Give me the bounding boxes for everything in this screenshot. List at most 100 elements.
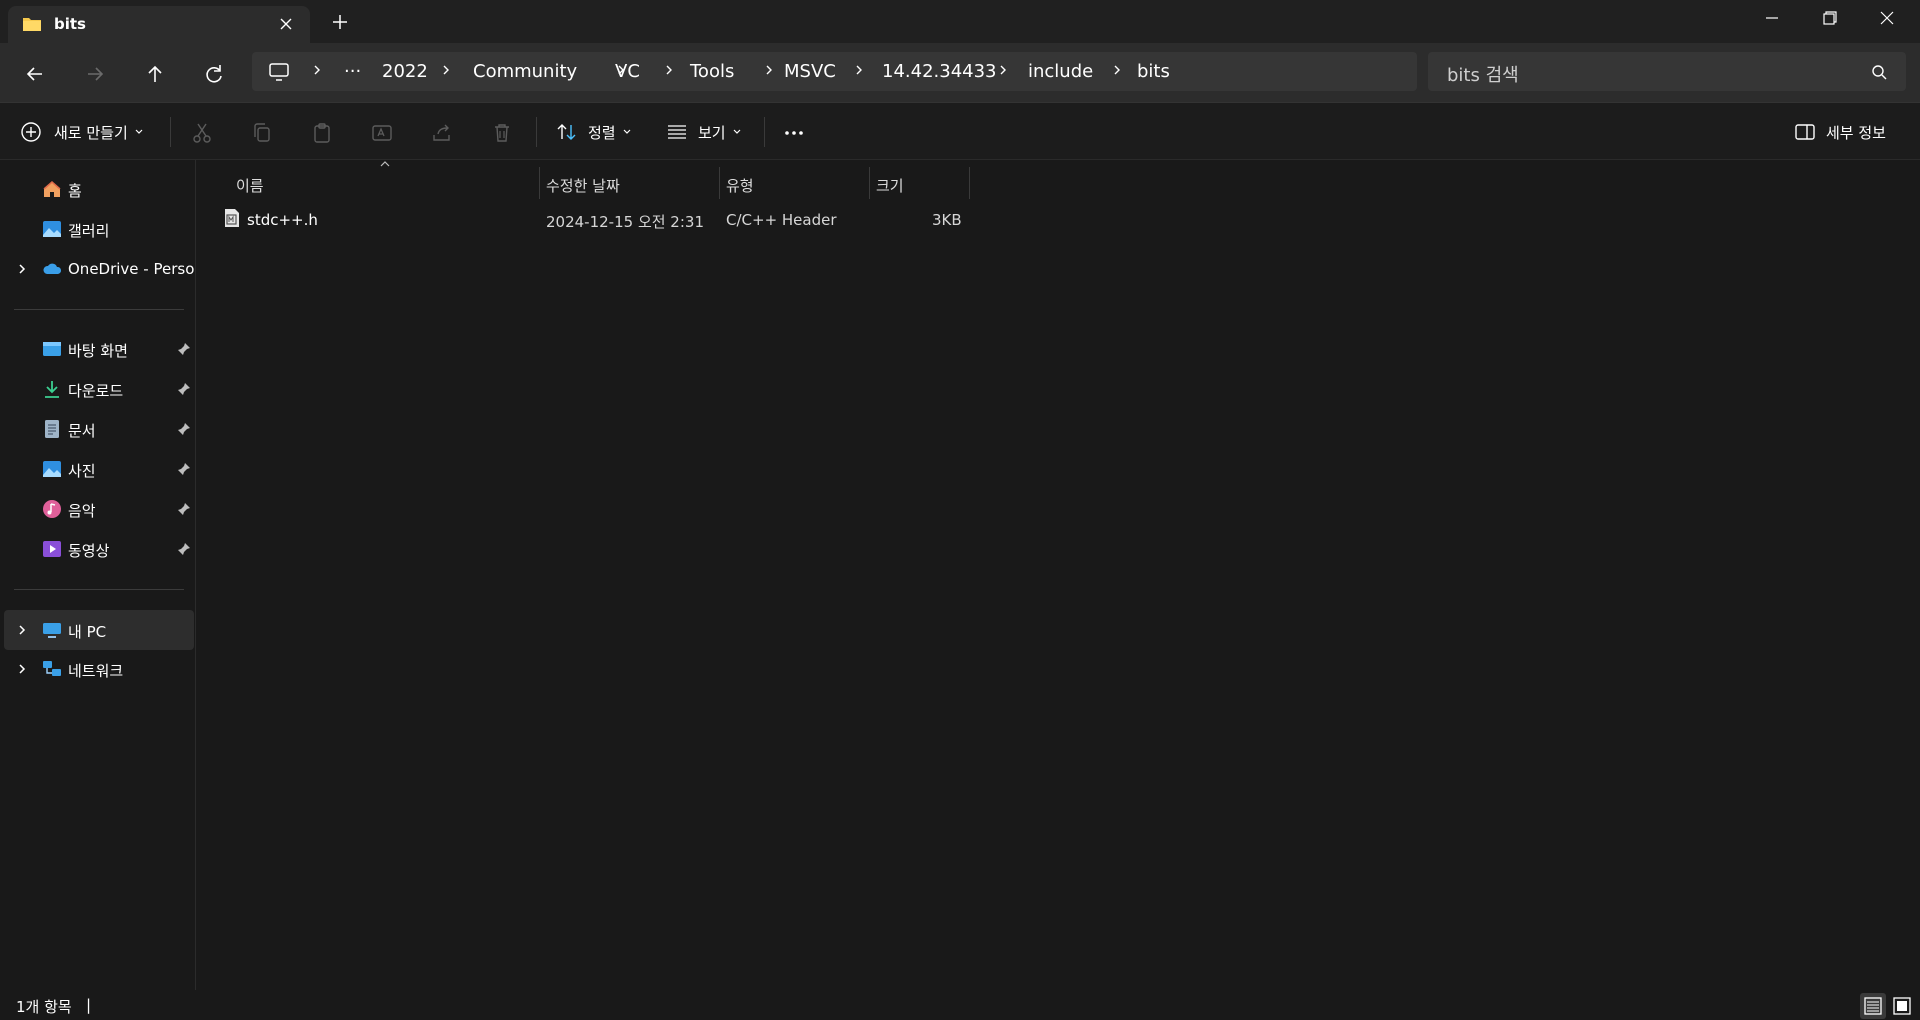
chevron-right-icon[interactable]: [16, 263, 28, 275]
search-icon[interactable]: [1870, 63, 1888, 81]
chevron-right-icon[interactable]: [16, 663, 28, 675]
sidebar-item-label: OneDrive - Personal: [68, 260, 194, 278]
rename-icon[interactable]: [370, 121, 394, 145]
back-icon[interactable]: [20, 59, 50, 89]
new-label: 새로 만들기: [54, 123, 128, 142]
column-header-label: 유형: [726, 177, 754, 195]
sidebar-item-label: 내 PC: [68, 623, 107, 641]
pin-icon[interactable]: [177, 542, 191, 556]
crumb-tools[interactable]: Tools: [690, 61, 734, 82]
chevron-right-icon: [666, 65, 672, 75]
cut-icon[interactable]: [190, 121, 214, 145]
sidebar-item-label: 사진: [68, 462, 96, 480]
column-header-size[interactable]: 크기: [870, 167, 970, 199]
sort-icon: [557, 124, 576, 140]
chevron-down-icon: [135, 129, 143, 134]
crumb-vc[interactable]: VC: [615, 61, 640, 82]
sidebar-item-label: 다운로드: [68, 382, 124, 400]
crumb-version[interactable]: 14.42.34433: [882, 61, 997, 82]
sidebar-item-pictures[interactable]: 사진: [4, 451, 194, 487]
sidebar-item-videos[interactable]: 동영상: [4, 531, 194, 567]
sidebar-item-label: 동영상: [68, 542, 110, 560]
sidebar-item-label: 바탕 화면: [68, 342, 128, 360]
file-type: C/C++ Header: [726, 211, 837, 229]
desktop-icon: [43, 342, 61, 356]
sidebar-item-network[interactable]: 네트워크: [4, 651, 194, 687]
details-label: 세부 정보: [1826, 123, 1886, 142]
status-separator: |: [86, 996, 92, 1014]
copy-icon[interactable]: [250, 121, 274, 145]
chevron-down-icon: [623, 129, 631, 134]
file-explorer-window: bits ··· 2022 Community VC Tools MSVC 14…: [0, 0, 1920, 1020]
column-divider[interactable]: [969, 167, 970, 199]
pictures-icon: [43, 461, 61, 477]
details-view-icon[interactable]: [1860, 993, 1886, 1019]
sidebar-item-gallery[interactable]: 갤러리: [4, 211, 194, 247]
pin-icon[interactable]: [177, 382, 191, 396]
file-row[interactable]: stdc++.h 2024-12-15 오전 2:31 C/C++ Header…: [218, 202, 1170, 236]
new-button[interactable]: 새로 만들기: [20, 119, 144, 145]
up-icon[interactable]: [140, 59, 170, 89]
pin-icon[interactable]: [177, 462, 191, 476]
sidebar-item-onedrive[interactable]: OneDrive - Personal: [4, 251, 194, 287]
sidebar-item-this-pc[interactable]: 내 PC: [4, 610, 194, 650]
add-circle-icon: [21, 122, 41, 142]
sidebar-item-label: 갤러리: [68, 222, 110, 240]
pin-icon[interactable]: [177, 502, 191, 516]
sidebar-item-home[interactable]: 홈: [4, 171, 194, 207]
pin-icon[interactable]: [177, 422, 191, 436]
refresh-icon[interactable]: [199, 59, 229, 89]
title-bar: bits: [0, 0, 1920, 43]
home-icon: [43, 181, 61, 197]
close-window-icon[interactable]: [1872, 6, 1902, 30]
new-tab-icon[interactable]: [330, 12, 350, 32]
sidebar-item-documents[interactable]: 문서: [4, 411, 194, 447]
address-bar[interactable]: ··· 2022 Community VC Tools MSVC 14.42.3…: [252, 52, 1417, 91]
large-icons-view-icon[interactable]: [1889, 993, 1915, 1019]
sidebar-item-desktop[interactable]: 바탕 화면: [4, 331, 194, 367]
details-pane-button[interactable]: 세부 정보: [1794, 119, 1886, 145]
divider: [14, 589, 184, 590]
column-header-label: 크기: [876, 177, 904, 195]
share-icon[interactable]: [430, 121, 454, 145]
chevron-right-icon: [1000, 65, 1006, 75]
separator: [536, 117, 537, 147]
crumb-community[interactable]: Community: [473, 61, 577, 82]
search-input[interactable]: bits 검색: [1447, 61, 1519, 87]
more-options-icon[interactable]: [782, 121, 806, 145]
chevron-right-icon: [443, 65, 449, 75]
crumb-more[interactable]: ···: [344, 61, 361, 82]
column-header-name[interactable]: 이름: [218, 167, 558, 199]
pin-icon[interactable]: [177, 342, 191, 356]
delete-icon[interactable]: [490, 121, 514, 145]
sort-button[interactable]: 정렬: [556, 119, 632, 145]
header-file-icon: [225, 209, 239, 227]
restore-icon[interactable]: [1814, 6, 1844, 30]
sidebar-item-label: 홈: [68, 182, 82, 200]
view-label: 보기: [698, 123, 726, 142]
forward-icon[interactable]: [80, 59, 110, 89]
sidebar-item-music[interactable]: 음악: [4, 491, 194, 527]
file-size: 3KB: [932, 211, 962, 229]
column-header-label: 수정한 날짜: [546, 177, 620, 195]
search-box[interactable]: bits 검색: [1428, 52, 1906, 91]
crumb-include[interactable]: include: [1028, 61, 1093, 82]
close-tab-icon[interactable]: [276, 14, 296, 34]
sidebar-item-downloads[interactable]: 다운로드: [4, 371, 194, 407]
column-header-type[interactable]: 유형: [720, 167, 870, 199]
view-button[interactable]: 보기: [666, 119, 742, 145]
tab-bits[interactable]: bits: [8, 6, 310, 43]
column-header-modified[interactable]: 수정한 날짜: [540, 167, 720, 199]
download-icon: [45, 381, 59, 398]
paste-icon[interactable]: [310, 121, 334, 145]
chevron-right-icon[interactable]: [16, 624, 28, 636]
videos-icon: [43, 541, 61, 557]
chevron-right-icon: [856, 65, 862, 75]
onedrive-icon: [43, 263, 62, 274]
crumb-msvc[interactable]: MSVC: [784, 61, 836, 82]
column-header-label: 이름: [236, 177, 264, 195]
crumb-bits[interactable]: bits: [1137, 61, 1170, 82]
monitor-icon: [269, 63, 289, 81]
minimize-icon[interactable]: [1757, 6, 1787, 30]
crumb-2022[interactable]: 2022: [382, 61, 428, 82]
